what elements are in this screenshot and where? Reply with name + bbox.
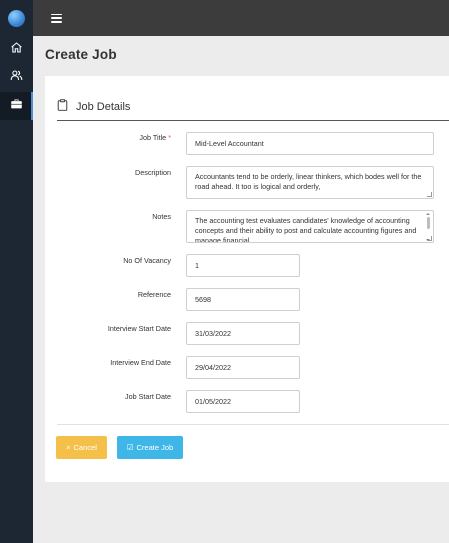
resize-handle-icon[interactable]	[427, 236, 432, 241]
sidebar	[0, 0, 33, 543]
create-label: Create Job	[136, 443, 174, 452]
briefcase-icon	[10, 97, 23, 115]
sidebar-item-jobs[interactable]	[0, 92, 33, 120]
resize-handle-icon[interactable]	[427, 192, 432, 197]
interview-end-input[interactable]: 29/04/2022	[186, 356, 300, 379]
logo-icon	[8, 9, 25, 27]
menu-icon[interactable]	[51, 13, 62, 23]
notes-textarea[interactable]: The accounting test evaluates candidates…	[186, 210, 434, 243]
page-title: Create Job	[45, 47, 117, 62]
interview-start-input[interactable]: 31/03/2022	[186, 322, 300, 345]
vacancy-label: No Of Vacancy	[123, 256, 171, 265]
description-textarea[interactable]: Accountants tend to be orderly, linear t…	[186, 166, 434, 199]
cancel-button[interactable]: × Cancel	[56, 436, 107, 459]
interview-end-label: Interview End Date	[110, 358, 171, 367]
footer-divider	[57, 424, 449, 425]
section-title: Job Details	[76, 101, 131, 113]
reference-label: Reference	[137, 290, 171, 299]
close-icon: ×	[66, 443, 71, 452]
home-icon	[10, 41, 23, 59]
job-title-label: Job Title *	[139, 133, 171, 142]
description-label: Description	[135, 168, 171, 177]
job-form-card: Job Details Job Title * Mid-Level Accoun…	[45, 76, 449, 482]
notes-label: Notes	[152, 212, 171, 221]
cancel-label: Cancel	[73, 443, 97, 452]
header-divider	[57, 120, 449, 121]
job-title-input[interactable]: Mid-Level Accountant	[186, 132, 434, 155]
reference-input[interactable]: 5698	[186, 288, 300, 311]
users-icon	[10, 69, 23, 87]
job-start-input[interactable]: 01/05/2022	[186, 390, 300, 413]
interview-start-label: Interview Start Date	[107, 324, 171, 333]
check-square-icon: ☑	[126, 443, 134, 452]
topbar	[33, 0, 449, 36]
create-job-button[interactable]: ☑ Create Job	[117, 436, 183, 459]
sidebar-item-users[interactable]	[0, 64, 33, 92]
clipboard-icon	[57, 98, 68, 116]
sidebar-item-home[interactable]	[0, 36, 33, 64]
brand[interactable]	[0, 0, 33, 36]
job-start-label: Job Start Date	[125, 392, 171, 401]
vacancy-input[interactable]: 1	[186, 254, 300, 277]
card-header: Job Details	[57, 98, 130, 116]
